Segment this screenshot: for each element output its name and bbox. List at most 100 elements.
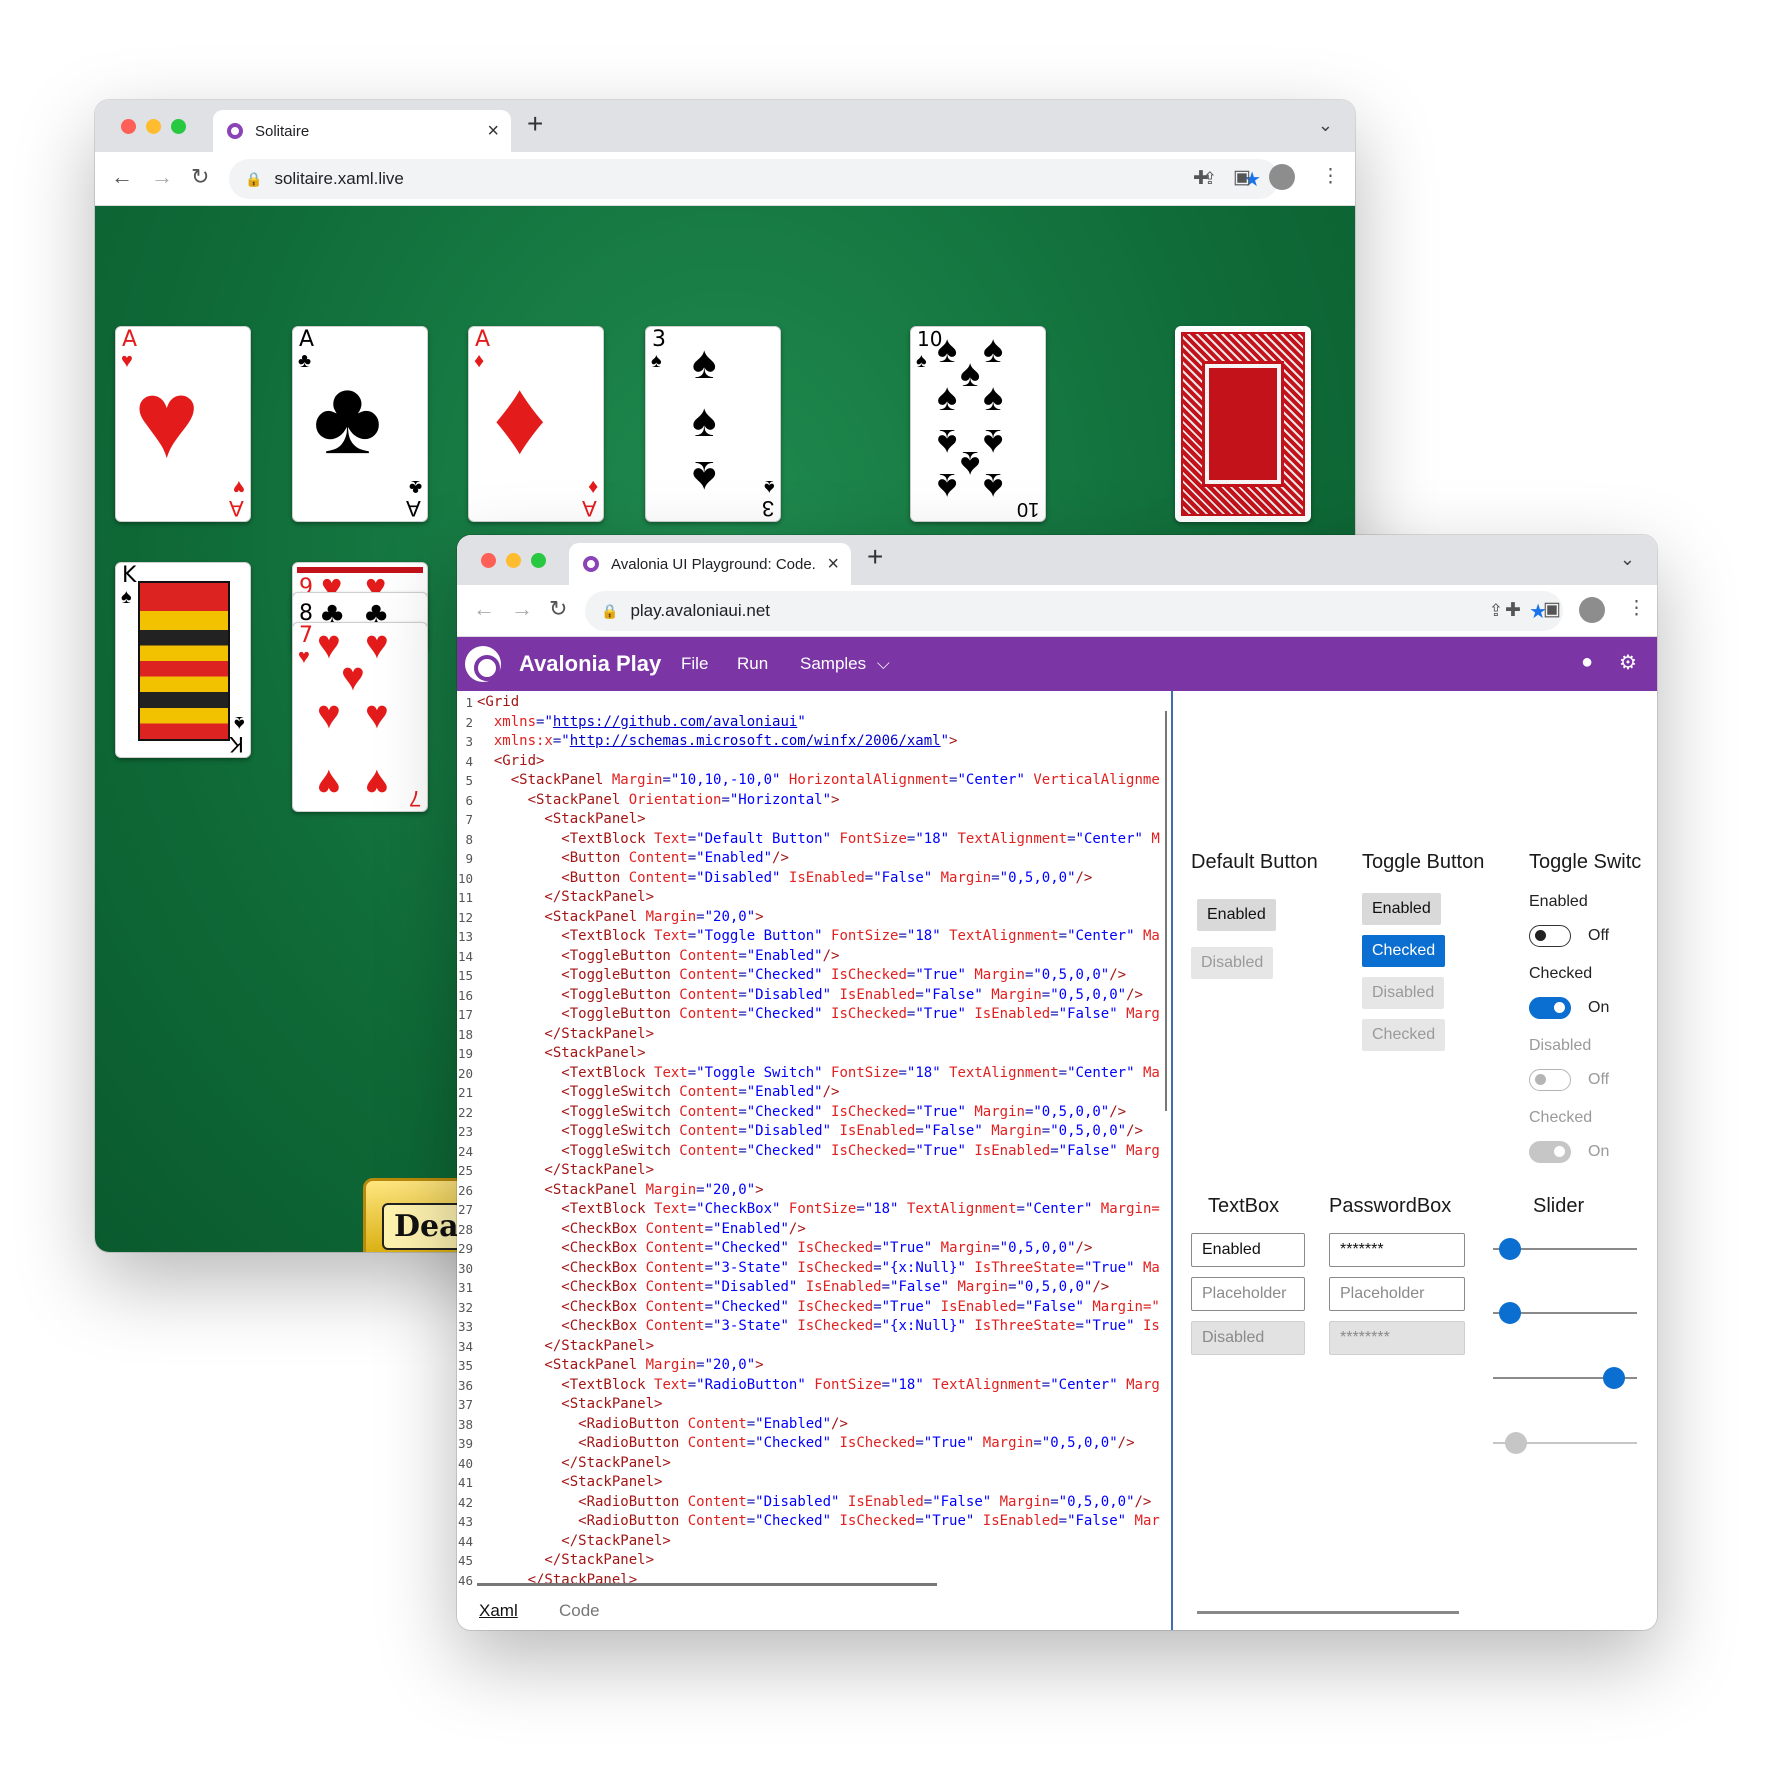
code-line[interactable]: <StackPanel Margin="20,0"> [477,1181,763,1201]
code-line[interactable]: <CheckBox Content="3-State" IsChecked="{… [477,1317,1160,1337]
menu-icon[interactable]: ⋮ [1627,597,1646,620]
slider-thumb[interactable] [1499,1238,1522,1260]
stock-pile-card-back[interactable] [1175,326,1311,522]
code-line[interactable]: <ToggleButton Content="Checked" IsChecke… [477,966,1126,986]
address-bar[interactable]: 🔒 play.avaloniaui.net ⇪ ★ [585,591,1563,631]
forward-button[interactable]: → [151,164,173,190]
menu-samples[interactable]: Samples ⌵ [800,654,890,674]
code-line[interactable]: <TextBlock Text="CheckBox" FontSize="18"… [477,1200,1160,1220]
close-tab-icon[interactable]: × [827,553,839,576]
code-line[interactable]: <CheckBox Content="Checked" IsChecked="T… [477,1298,1160,1318]
code-line[interactable]: <TextBlock Text="Toggle Button" FontSize… [477,927,1160,947]
card-seven-hearts[interactable]: 7 ♥ ♥ ♥ ♥ ♥ ♥ ♥ ♥ 7 [292,622,428,812]
card-king-spades[interactable]: K ♠ K ♠ [115,562,251,758]
preview-hscrollbar[interactable] [1197,1611,1459,1614]
tab-avalonia-playground[interactable]: Avalonia UI Playground: Code... × [569,543,851,585]
code-line[interactable]: <ToggleButton Content="Enabled"/> [477,947,839,967]
code-line[interactable]: <TextBlock Text="Default Button" FontSiz… [477,830,1160,850]
code-line[interactable]: <ToggleSwitch Content="Checked" IsChecke… [477,1142,1160,1162]
code-line[interactable]: <ToggleSwitch Content="Checked" IsChecke… [477,1103,1126,1123]
avatar[interactable] [1579,597,1605,623]
menu-icon[interactable]: ⋮ [1321,165,1340,188]
extensions-icon[interactable]: ✚ [1193,167,1209,190]
side-panel-icon[interactable]: ▣ [1233,166,1251,189]
avatar[interactable] [1269,164,1295,190]
close-window-button[interactable] [121,119,136,134]
code-line[interactable]: <StackPanel> [477,1395,662,1415]
maximize-window-button[interactable] [531,553,546,568]
xaml-editor[interactable]: 1 2 3 4 5 6 7 8 9 10 11 12 13 14 15 16 17 18 19 20 21 22 23 24 2… [457,691,1171,1591]
code-line[interactable]: <ToggleButton Content="Checked" IsChecke… [477,1005,1160,1025]
code-line[interactable]: <Grid> [477,752,545,772]
card-three-spades[interactable]: 3 ♠ ♠ ♠ ♠ 3 ♠ [645,326,781,522]
tab-search-chevron-icon[interactable]: ⌄ [1318,115,1333,136]
toggle-checked-button[interactable]: Checked [1362,935,1446,967]
code-line[interactable]: <StackPanel Margin="20,0"> [477,908,763,928]
tab-code[interactable]: Code [559,1601,600,1621]
gear-icon[interactable]: ⚙ [1619,650,1637,675]
code-line[interactable]: <Grid [477,693,519,713]
back-button[interactable]: ← [111,164,133,190]
code-line[interactable]: </StackPanel> [477,1571,638,1591]
close-tab-icon[interactable]: × [487,120,499,143]
card-ace-diamonds[interactable]: A ♦ ♦ A ♦ [468,326,604,522]
editor-scrollbar[interactable] [1165,711,1167,1111]
minimize-window-button[interactable] [506,553,521,568]
code-line[interactable]: <StackPanel> [477,1473,662,1493]
code-line[interactable]: <StackPanel> [477,810,645,830]
code-line[interactable]: <ToggleButton Content="Disabled" IsEnabl… [477,986,1143,1006]
code-line[interactable]: </StackPanel> [477,1025,654,1045]
code-line[interactable]: <CheckBox Content="3-State" IsChecked="{… [477,1259,1160,1279]
code-line[interactable]: </StackPanel> [477,1551,654,1571]
passwordbox-placeholder[interactable]: Placeholder [1329,1277,1465,1311]
maximize-window-button[interactable] [171,119,186,134]
tab-xaml[interactable]: Xaml [479,1601,518,1621]
slider-1[interactable] [1493,1237,1637,1261]
switch-enabled[interactable] [1529,925,1571,947]
slider-2[interactable] [1493,1301,1637,1325]
extensions-icon[interactable]: ✚ [1505,599,1521,622]
passwordbox-enabled[interactable]: ******* [1329,1233,1465,1267]
slider-thumb[interactable] [1499,1302,1522,1324]
code-line[interactable]: xmlns:x="http://schemas.microsoft.com/wi… [477,732,958,752]
code-line[interactable]: </StackPanel> [477,888,654,908]
code-line[interactable]: </StackPanel> [477,1337,654,1357]
code-line[interactable]: <Button Content="Enabled"/> [477,849,789,869]
code-line[interactable]: <ToggleSwitch Content="Enabled"/> [477,1083,839,1103]
share-icon[interactable]: ⇪ [1489,601,1503,621]
editor-hscrollbar[interactable] [477,1583,937,1586]
card-ten-spades[interactable]: 10 ♠ ♠ ♠ ♠ ♠ ♠ ♠ ♠ ♠ ♠ ♠ 10 [910,326,1046,522]
code-line[interactable]: <StackPanel Margin="10,10,-10,0" Horizon… [477,771,1160,791]
new-tab-button[interactable]: + [867,541,883,573]
default-enabled-button[interactable]: Enabled [1197,899,1276,931]
menu-file[interactable]: File [681,654,708,674]
toggle-enabled-button[interactable]: Enabled [1362,893,1441,925]
code-line[interactable]: <StackPanel Orientation="Horizontal"> [477,791,840,811]
slider-thumb[interactable] [1602,1367,1625,1389]
tab-search-chevron-icon[interactable]: ⌄ [1620,549,1635,570]
code-line[interactable]: </StackPanel> [477,1161,654,1181]
textbox-enabled[interactable]: Enabled [1191,1233,1305,1267]
code-line[interactable]: <CheckBox Content="Disabled" IsEnabled="… [477,1278,1109,1298]
github-icon[interactable]: ● [1581,651,1593,674]
code-line[interactable]: <StackPanel Margin="20,0"> [477,1356,763,1376]
reload-button[interactable]: ↻ [549,596,567,622]
code-line[interactable]: </StackPanel> [477,1454,671,1474]
slider-3[interactable] [1493,1366,1637,1390]
code-line[interactable]: <Button Content="Disabled" IsEnabled="Fa… [477,869,1092,889]
tab-solitaire[interactable]: Solitaire × [213,110,511,152]
side-panel-icon[interactable]: ▣ [1543,598,1561,621]
close-window-button[interactable] [481,553,496,568]
code-line[interactable]: <RadioButton Content="Disabled" IsEnable… [477,1493,1151,1513]
code-line[interactable]: </StackPanel> [477,1532,671,1552]
code-line[interactable]: <TextBlock Text="Toggle Switch" FontSize… [477,1064,1160,1084]
code-line[interactable]: <StackPanel> [477,1044,645,1064]
code-line[interactable]: <CheckBox Content="Checked" IsChecked="T… [477,1239,1092,1259]
back-button[interactable]: ← [473,596,495,622]
code-line[interactable]: <CheckBox Content="Enabled"/> [477,1220,805,1240]
minimize-window-button[interactable] [146,119,161,134]
forward-button[interactable]: → [511,596,533,622]
code-line[interactable]: <ToggleSwitch Content="Disabled" IsEnabl… [477,1122,1143,1142]
card-ace-clubs[interactable]: A ♣ ♣ A ♣ [292,326,428,522]
new-tab-button[interactable]: + [527,108,543,140]
